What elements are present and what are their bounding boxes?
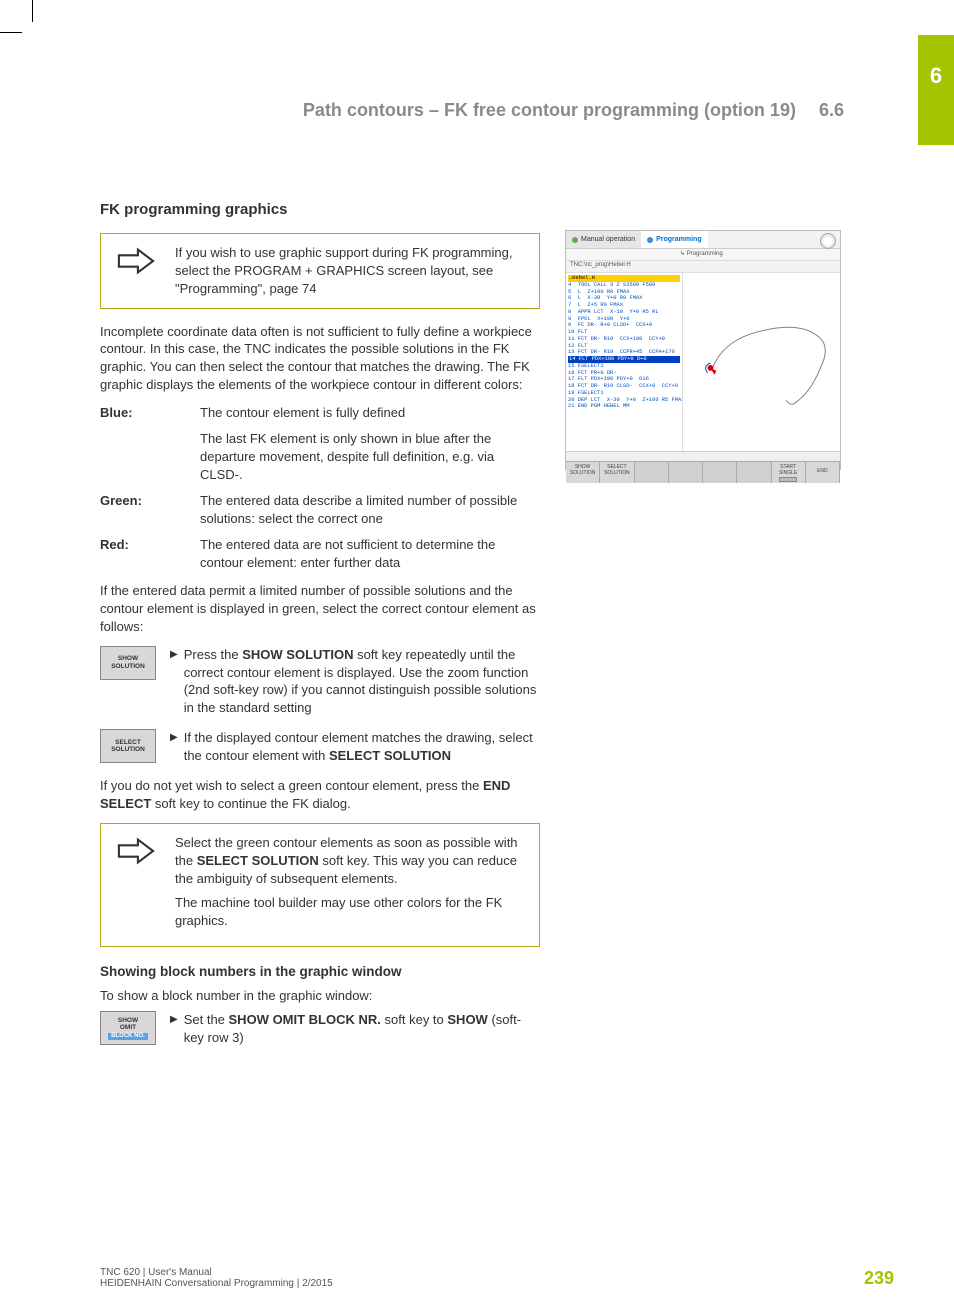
sk-empty [635,462,669,483]
footer-line-1: TNC 620 | User's Manual [100,1267,333,1278]
tab-manual-operation[interactable]: Manual operation [566,231,641,248]
select-paragraph: If the entered data permit a limited num… [100,582,540,636]
subtitle-bar: ↳ Programming [566,249,840,261]
footer-line-2: HEIDENHAIN Conversational Programming | … [100,1278,333,1289]
show-omit-blocknr-softkey[interactable]: SHOW OMIT BLOCK NO. [100,1011,156,1045]
page-footer: TNC 620 | User's Manual HEIDENHAIN Conve… [100,1267,894,1289]
program-header: →Hebel.H [568,275,680,282]
mode-tabs: Manual operation Programming [566,231,840,249]
status-dot-icon [572,237,578,243]
file-path: TNC:\nc_prog\Hebel.H [566,261,840,273]
sk-start-single[interactable]: START SINGLE [772,462,806,483]
cnc-screenshot: Manual operation Programming ↳ Programmi… [565,230,841,470]
sk-end[interactable]: END [806,462,840,483]
red-label: Red: [100,536,200,572]
nc-program-listing[interactable]: →Hebel.H 4 TOOL CALL 3 Z S3500 F500 5 L … [566,273,682,451]
chapter-number: 6 [930,63,942,89]
select-solution-text: If the displayed contour element matches… [184,729,540,765]
header-section-number: 6.6 [819,100,844,120]
subsection-heading: Showing block numbers in the graphic win… [100,963,540,982]
bullet-icon: ▶ [170,731,178,765]
softkey-row-select: SELECT SOLUTION ▶ If the displayed conto… [100,729,540,765]
select-solution-softkey[interactable]: SELECT SOLUTION [100,729,156,763]
sk-select-solution[interactable]: SELECT SOLUTION [600,462,634,483]
sk-empty [703,462,737,483]
corner-dial-icon [820,233,836,249]
status-dot-icon [647,237,653,243]
blue-desc-1: The contour element is fully defined [200,404,540,422]
note-1-text: If you wish to use graphic support durin… [175,244,529,298]
fk-graphic-view[interactable] [682,273,840,451]
end-select-paragraph: If you do not yet wish to select a green… [100,777,540,813]
header-title-text: Path contours – FK free contour programm… [303,100,796,120]
intro-paragraph: Incomplete coordinate data often is not … [100,323,540,395]
page-header: Path contours – FK free contour programm… [100,100,894,121]
header-title: Path contours – FK free contour programm… [100,100,894,121]
note-box-1: If you wish to use graphic support durin… [100,233,540,309]
highlighted-line: 14 FLT PDX+100 PDY+0 D+0 [568,356,680,363]
color-table: Blue: The contour element is fully defin… [100,404,540,572]
sk-empty [737,462,771,483]
ruler-bar [566,451,840,461]
toggle-icon [779,477,797,482]
softkey-row-show: SHOW SOLUTION ▶ Press the SHOW SOLUTION … [100,646,540,718]
arrow-right-icon [111,834,161,868]
section-heading: FK programming graphics [100,200,540,221]
sk-show-solution[interactable]: SHOW SOLUTION [566,462,600,483]
chapter-tab: 6 [918,35,954,145]
softkey-row-blocknr: SHOW OMIT BLOCK NO. ▶ Set the SHOW OMIT … [100,1011,540,1047]
red-desc: The entered data are not sufficient to d… [200,536,540,572]
green-label: Green: [100,492,200,528]
softkey-bar: SHOW SOLUTION SELECT SOLUTION START SING… [566,461,840,483]
green-desc: The entered data describe a limited numb… [200,492,540,528]
bullet-icon: ▶ [170,648,178,718]
show-solution-softkey[interactable]: SHOW SOLUTION [100,646,156,680]
note-2-p2: The machine tool builder may use other c… [175,894,529,930]
blue-label: Blue: [100,404,200,484]
arrow-right-icon [111,244,161,278]
page-number: 239 [864,1268,894,1289]
blue-desc-2: The last FK element is only shown in blu… [200,430,540,484]
show-omit-text: Set the SHOW OMIT BLOCK NR. soft key to … [184,1011,540,1047]
note-2-p1: Select the green contour elements as soo… [175,834,529,888]
main-content: FK programming graphics If you wish to u… [100,200,540,1059]
sub-intro: To show a block number in the graphic wi… [100,987,540,1005]
sk-empty [669,462,703,483]
bullet-icon: ▶ [170,1013,178,1047]
tab-programming[interactable]: Programming [641,231,708,248]
show-solution-text: Press the SHOW SOLUTION soft key repeate… [184,646,540,718]
note-box-2: Select the green contour elements as soo… [100,823,540,947]
